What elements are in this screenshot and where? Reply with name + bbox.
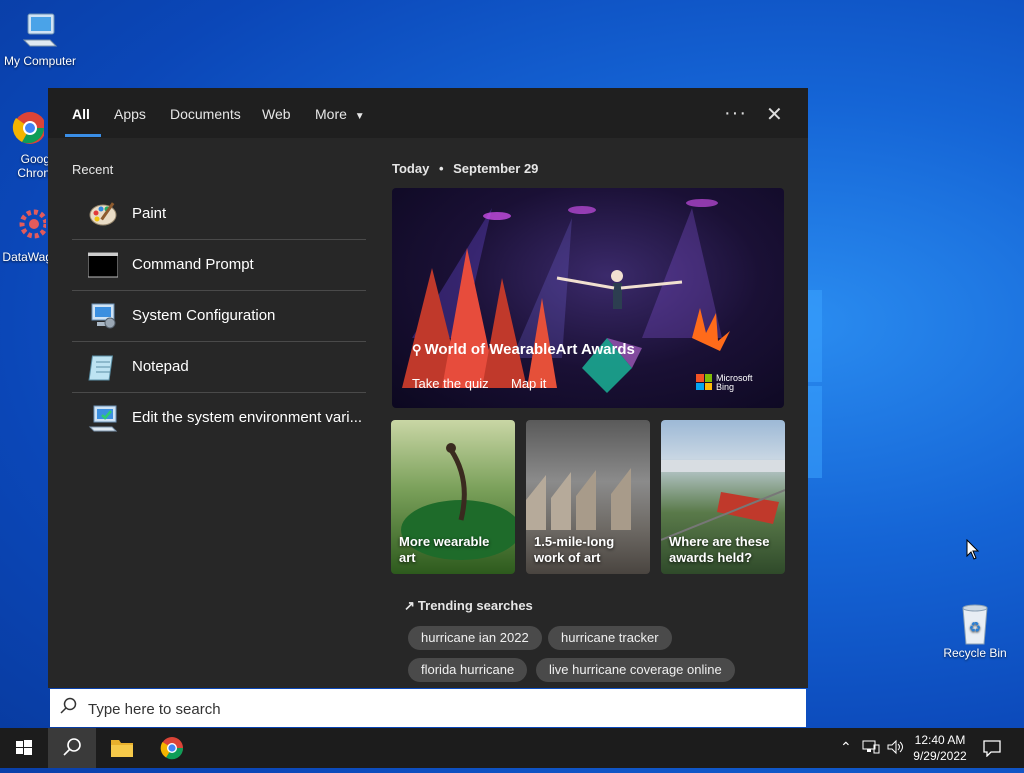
microsoft-logo-icon <box>696 374 712 390</box>
wallpaper-pane <box>808 290 822 382</box>
tab-more[interactable]: More ▼ <box>315 106 365 122</box>
recent-heading: Recent <box>72 162 114 177</box>
recent-item-system-configuration[interactable]: System Configuration <box>72 291 366 342</box>
search-icon <box>60 697 78 720</box>
clock-time: 12:40 AM <box>914 733 966 747</box>
desktop-icon-recycle-bin[interactable]: ♻ Recycle Bin <box>935 602 1015 660</box>
close-icon[interactable]: ✕ <box>766 102 783 127</box>
tab-apps[interactable]: Apps <box>114 106 146 122</box>
recent-item-label: Notepad <box>132 358 189 375</box>
hero-title-text: World of WearableArt Awards <box>424 341 635 358</box>
recent-item-label: Command Prompt <box>132 256 254 273</box>
tab-all[interactable]: All <box>72 106 90 122</box>
card-where-awards-held[interactable]: Where are these awards held? <box>661 420 785 574</box>
mouse-cursor-icon <box>966 539 980 560</box>
taskbar-search-box[interactable] <box>50 689 806 727</box>
chevron-down-icon: ▼ <box>354 111 365 122</box>
svg-text:♻: ♻ <box>969 620 982 636</box>
card-caption: 1.5-mile-long work of art <box>534 534 615 565</box>
hero-title[interactable]: ⚲ World of WearableArt Awards <box>412 341 635 358</box>
system-clock[interactable]: 12:40 AM 9/29/2022 <box>908 732 972 764</box>
chrome-icon <box>4 108 46 148</box>
search-input[interactable] <box>86 697 790 721</box>
search-panel: All Apps Documents Web More ▼ ··· ✕ Rece… <box>48 88 808 688</box>
search-icon <box>63 738 81 756</box>
datawag-icon <box>6 206 49 246</box>
paint-icon <box>88 199 118 229</box>
ellipsis-icon[interactable]: ··· <box>724 102 747 125</box>
tab-more-label: More <box>315 106 347 122</box>
clock-date: 9/29/2022 <box>913 749 967 763</box>
taskbar: ⌃ 12:40 AM 9/29/2022 <box>0 728 1024 768</box>
start-button[interactable] <box>0 728 48 768</box>
recent-item-label: System Configuration <box>132 307 276 324</box>
today-date: September 29 <box>453 161 539 176</box>
card-caption: Where are these awards held? <box>669 534 770 565</box>
recent-item-paint[interactable]: Paint <box>72 189 366 240</box>
wallpaper-pane <box>808 386 822 478</box>
tab-documents[interactable]: Documents <box>170 106 241 122</box>
windows-logo-icon <box>16 740 32 755</box>
today-label: Today <box>392 161 430 176</box>
today-separator: • <box>438 161 444 176</box>
trending-chip[interactable]: florida hurricane <box>408 658 528 682</box>
folder-icon <box>111 740 133 757</box>
recycle-bin-icon: ♻ <box>955 602 995 645</box>
trending-chip[interactable]: live hurricane coverage online <box>536 658 735 682</box>
chrome-taskbar-button[interactable] <box>148 728 196 768</box>
location-pin-icon: ⚲ <box>412 342 422 357</box>
brand-line-2: Bing <box>716 382 735 392</box>
desktop-icon-label: My Computer <box>3 54 77 68</box>
show-hidden-icons-chevron-icon[interactable]: ⌃ <box>840 739 852 756</box>
search-tabs: All Apps Documents Web More ▼ ··· ✕ <box>48 88 808 138</box>
cmd-icon <box>87 250 119 280</box>
trending-chip[interactable]: hurricane tracker <box>548 626 672 650</box>
trending-heading: ↗ Trending searches <box>404 598 533 614</box>
msconfig-icon <box>88 301 118 331</box>
microsoft-bing-logo: Microsoft Bing <box>696 374 753 392</box>
today-heading: Today • September 29 <box>392 161 538 176</box>
recent-item-label: Paint <box>132 205 167 222</box>
volume-icon[interactable] <box>886 739 904 758</box>
map-it-link[interactable]: Map it <box>511 376 546 391</box>
card-long-work-of-art[interactable]: 1.5-mile-long work of art <box>526 420 650 574</box>
system-properties-icon <box>88 403 118 433</box>
recent-item-system-environment[interactable]: Edit the system environment vari... <box>72 393 366 443</box>
trending-chip[interactable]: hurricane ian 2022 <box>408 626 542 650</box>
notification-center-icon[interactable] <box>982 739 1002 760</box>
card-more-wearable-art[interactable]: More wearable art <box>391 420 515 574</box>
recent-item-label: Edit the system environment vari... <box>132 409 363 426</box>
recent-item-command-prompt[interactable]: Command Prompt <box>72 240 366 291</box>
trending-icon: ↗ <box>404 598 415 613</box>
notepad-icon <box>88 352 118 382</box>
take-quiz-link[interactable]: Take the quiz <box>412 376 489 391</box>
trending-heading-text: Trending searches <box>417 598 533 613</box>
taskbar-search-button[interactable] <box>48 728 96 768</box>
active-tab-indicator <box>65 134 101 137</box>
computer-icon <box>20 10 60 50</box>
chrome-icon <box>160 737 184 760</box>
tab-web[interactable]: Web <box>262 106 291 122</box>
recent-item-notepad[interactable]: Notepad <box>72 342 366 393</box>
desktop-icon-my-computer[interactable]: My Computer <box>0 10 80 68</box>
desktop-icon-label: Recycle Bin <box>943 646 1007 660</box>
card-caption: More wearable art <box>399 534 490 565</box>
hero-card[interactable]: ⚲ World of WearableArt Awards Take the qu… <box>392 188 784 408</box>
network-icon[interactable] <box>862 739 880 758</box>
file-explorer-button[interactable] <box>98 728 146 768</box>
